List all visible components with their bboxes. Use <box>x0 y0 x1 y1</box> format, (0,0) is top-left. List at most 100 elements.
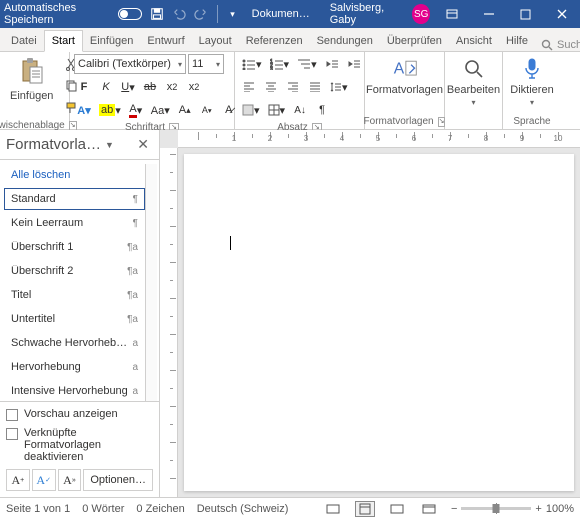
new-style-button[interactable]: A+ <box>6 469 30 491</box>
font-name-combo[interactable]: Calibri (Textkörper)▾ <box>74 54 186 74</box>
search-box[interactable]: Suchen <box>535 39 580 51</box>
superscript-button[interactable]: x2 <box>184 77 204 97</box>
style-item[interactable]: Überschrift 2¶a <box>4 260 145 282</box>
tab-help[interactable]: Hilfe <box>499 31 535 51</box>
italic-button[interactable]: K <box>96 77 116 97</box>
horizontal-ruler[interactable]: 12345678910 <box>178 130 580 148</box>
word-count[interactable]: 0 Wörter <box>82 503 124 515</box>
user-name: Salvisberg, Gaby <box>330 2 405 26</box>
borders-button[interactable]: ▾ <box>265 100 289 120</box>
ribbon-display-icon[interactable] <box>438 0 466 28</box>
shading-button[interactable]: ▾ <box>239 100 263 120</box>
dictate-button[interactable]: Diktieren ▾ <box>504 54 559 109</box>
chevron-down-icon[interactable]: ▼ <box>105 140 114 150</box>
decrease-indent-button[interactable] <box>322 54 342 74</box>
tab-file[interactable]: Datei <box>4 31 44 51</box>
ribbon-tabs: Datei Start Einfügen Entwurf Layout Refe… <box>0 28 580 52</box>
justify-button[interactable] <box>305 77 325 97</box>
search-icon <box>541 39 553 51</box>
svg-text:A: A <box>393 60 404 77</box>
microphone-icon <box>519 56 545 82</box>
web-layout-button[interactable] <box>419 501 439 517</box>
page-indicator[interactable]: Seite 1 von 1 <box>6 503 70 515</box>
group-clipboard: Einfügen Zwischenablage↘ <box>0 52 70 129</box>
minimize-icon[interactable] <box>475 0 503 28</box>
char-count[interactable]: 0 Zeichen <box>136 503 184 515</box>
redo-icon[interactable] <box>194 6 208 22</box>
options-button[interactable]: Optionen… <box>83 469 153 491</box>
paste-button[interactable]: Einfügen <box>4 54 59 104</box>
zoom-value[interactable]: 100% <box>546 503 574 515</box>
status-bar: Seite 1 von 1 0 Wörter 0 Zeichen Deutsch… <box>0 497 580 519</box>
zoom-out-button[interactable]: − <box>451 503 457 515</box>
multilevel-list-button[interactable]: ▾ <box>294 54 320 74</box>
zoom-control[interactable]: − + 100% <box>451 503 574 515</box>
user-avatar[interactable]: SG <box>412 4 430 24</box>
print-layout-button[interactable] <box>355 501 375 517</box>
line-spacing-button[interactable]: ▾ <box>327 77 351 97</box>
font-size-combo[interactable]: 11▾ <box>188 54 224 74</box>
close-icon[interactable] <box>548 0 576 28</box>
tab-design[interactable]: Entwurf <box>140 31 191 51</box>
style-item[interactable]: Titel¶a <box>4 284 145 306</box>
style-item[interactable]: Intensive Hervorhebunga <box>4 380 145 401</box>
highlight-button[interactable]: ab▾ <box>96 100 124 120</box>
tab-view[interactable]: Ansicht <box>449 31 499 51</box>
change-case-button[interactable]: Aa▾ <box>148 100 173 120</box>
font-color-button[interactable]: A▾ <box>126 100 146 120</box>
style-item[interactable]: Schwache Hervorhebunga <box>4 332 145 354</box>
style-inspector-button[interactable]: A✓ <box>32 469 56 491</box>
underline-button[interactable]: U▾ <box>118 77 138 97</box>
focus-mode-button[interactable] <box>323 501 343 517</box>
manage-styles-button[interactable]: A» <box>58 469 82 491</box>
grow-font-button[interactable]: A▴ <box>175 100 195 120</box>
pane-close-button[interactable]: ✕ <box>133 136 153 153</box>
save-icon[interactable] <box>150 6 164 22</box>
style-item[interactable]: Überschrift 1¶a <box>4 236 145 258</box>
align-right-button[interactable] <box>283 77 303 97</box>
style-item[interactable]: Hervorhebunga <box>4 356 145 378</box>
autosave-toggle[interactable]: Automatisches Speichern <box>4 2 142 26</box>
numbering-button[interactable]: 123▾ <box>267 54 293 74</box>
show-marks-button[interactable]: ¶ <box>312 100 332 120</box>
qat-customize-icon[interactable]: ▾ <box>225 6 239 22</box>
clear-all-link[interactable]: Alle löschen <box>4 164 145 186</box>
undo-icon[interactable] <box>172 6 186 22</box>
zoom-slider[interactable] <box>461 507 531 510</box>
text-effects-button[interactable]: A▾ <box>74 100 94 120</box>
align-left-button[interactable] <box>239 77 259 97</box>
page[interactable] <box>184 154 574 491</box>
tab-layout[interactable]: Layout <box>192 31 239 51</box>
group-voice: Diktieren ▾ Sprache <box>503 52 561 129</box>
tab-mailings[interactable]: Sendungen <box>310 31 380 51</box>
bold-button[interactable]: F <box>74 77 94 97</box>
strikethrough-button[interactable]: ab <box>140 77 160 97</box>
linked-styles-checkbox[interactable]: Verknüpfte Formatvorlagen deaktivieren <box>6 427 153 463</box>
paste-icon <box>16 56 48 88</box>
scrollbar[interactable] <box>145 164 157 401</box>
tab-review[interactable]: Überprüfen <box>380 31 449 51</box>
style-item[interactable]: Untertitel¶a <box>4 308 145 330</box>
styles-gallery-button[interactable]: A Formatvorlagen <box>360 54 449 98</box>
document-title: Dokumen… <box>252 8 310 20</box>
sort-button[interactable]: A↓ <box>290 100 310 120</box>
vertical-ruler[interactable] <box>160 148 178 497</box>
tab-home[interactable]: Start <box>44 30 83 52</box>
tab-references[interactable]: Referenzen <box>239 31 310 51</box>
editing-button[interactable]: Bearbeiten ▾ <box>441 54 506 109</box>
maximize-icon[interactable] <box>511 0 539 28</box>
pane-header: Formatvorla… ▼ ✕ <box>0 130 159 159</box>
toggle-off-icon <box>118 8 141 20</box>
language-indicator[interactable]: Deutsch (Schweiz) <box>197 503 289 515</box>
style-item[interactable]: Kein Leerraum¶ <box>4 212 145 234</box>
preview-checkbox[interactable]: Vorschau anzeigen <box>6 408 153 421</box>
shrink-font-button[interactable]: A▾ <box>197 100 217 120</box>
zoom-in-button[interactable]: + <box>535 503 541 515</box>
subscript-button[interactable]: x2 <box>162 77 182 97</box>
read-mode-button[interactable] <box>387 501 407 517</box>
tab-insert[interactable]: Einfügen <box>83 31 140 51</box>
align-center-button[interactable] <box>261 77 281 97</box>
bullets-button[interactable]: ▾ <box>239 54 265 74</box>
style-item[interactable]: Standard¶ <box>4 188 145 210</box>
page-viewport[interactable] <box>178 148 580 497</box>
